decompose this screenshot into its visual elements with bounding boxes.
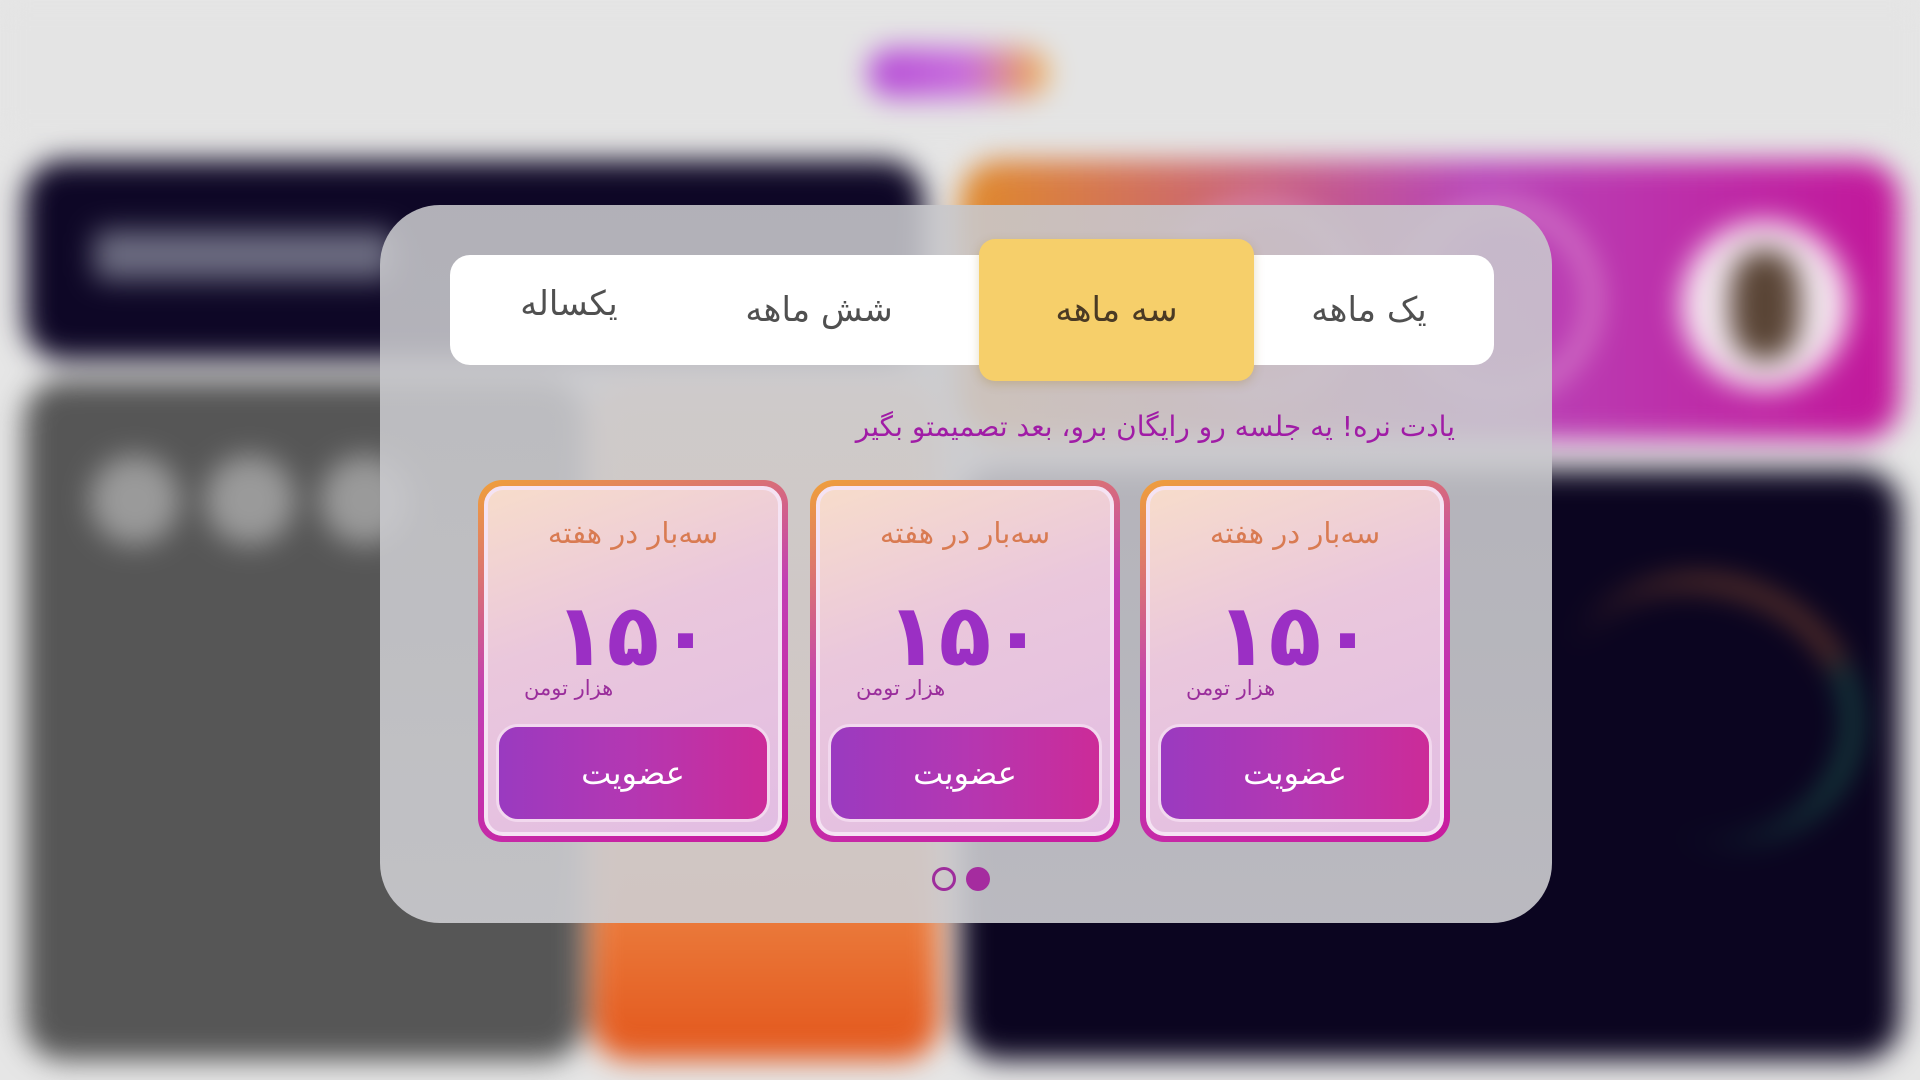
tab-three-months[interactable]: سه ماهه — [979, 239, 1254, 381]
plan-card: سه‌بار در هفته ۱۵۰ هزار تومن عضویت — [810, 480, 1120, 842]
plan-frequency: سه‌بار در هفته — [547, 516, 719, 550]
plan-price: ۱۵۰ — [554, 586, 712, 686]
pager-dot[interactable] — [932, 867, 956, 891]
join-button[interactable]: عضویت — [496, 724, 770, 822]
plan-price: ۱۵۰ — [1216, 586, 1374, 686]
plan-frequency: سه‌بار در هفته — [1209, 516, 1381, 550]
plan-price-unit: هزار تومن — [1186, 676, 1276, 700]
plan-frequency: سه‌بار در هفته — [879, 516, 1051, 550]
pager-dot-active[interactable] — [966, 867, 990, 891]
subscription-modal: یک ماهه سه ماهه شش ماهه یکساله یادت نره!… — [380, 205, 1552, 923]
join-button[interactable]: عضویت — [828, 724, 1102, 822]
tab-one-month[interactable]: یک ماهه — [1244, 255, 1494, 365]
avatar — [1680, 220, 1850, 390]
plan-duration-tabs: یک ماهه سه ماهه شش ماهه یکساله — [450, 239, 1494, 381]
join-button[interactable]: عضویت — [1158, 724, 1432, 822]
plan-card: سه‌بار در هفته ۱۵۰ هزار تومن عضویت — [1140, 480, 1450, 842]
tab-six-months[interactable]: شش ماهه — [684, 255, 954, 365]
plan-price: ۱۵۰ — [886, 586, 1044, 686]
tab-one-year[interactable]: یکساله — [454, 249, 684, 359]
background-decoration — [90, 455, 180, 545]
free-session-notice: یادت نره! یه جلسه رو رایگان برو، بعد تصم… — [855, 410, 1455, 443]
plan-price-unit: هزار تومن — [524, 676, 614, 700]
carousel-pager — [932, 867, 1012, 897]
app-logo — [868, 48, 1048, 98]
plan-cards: سه‌بار در هفته ۱۵۰ هزار تومن عضویت سه‌با… — [472, 480, 1450, 842]
background-decoration — [205, 455, 295, 545]
plan-price-unit: هزار تومن — [856, 676, 946, 700]
plan-card: سه‌بار در هفته ۱۵۰ هزار تومن عضویت — [478, 480, 788, 842]
